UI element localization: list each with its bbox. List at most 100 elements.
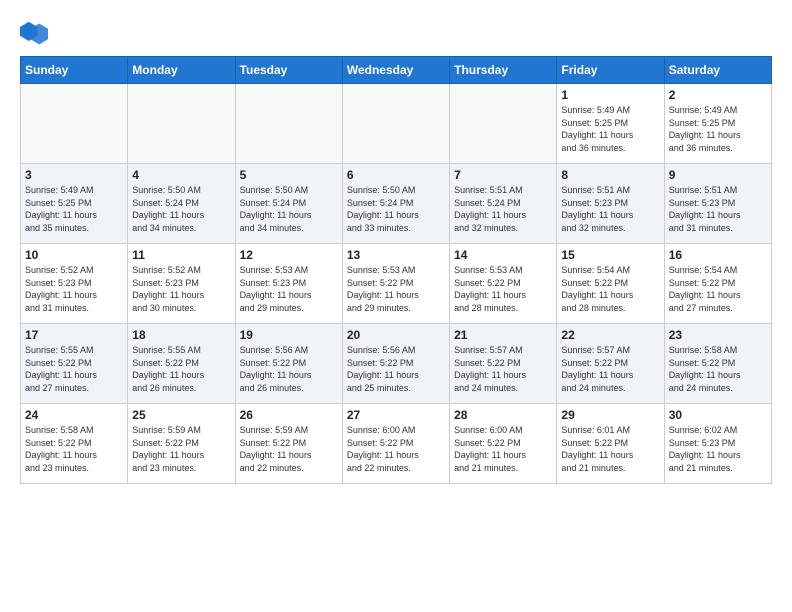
calendar-cell-0-4: [450, 84, 557, 164]
day-number: 10: [25, 248, 123, 262]
calendar-cell-2-2: 12 Sunrise: 5:53 AM Sunset: 5:23 PM Dayli…: [235, 244, 342, 324]
day-info: Sunrise: 5:49 AM Sunset: 5:25 PM Dayligh…: [561, 104, 659, 154]
day-number: 13: [347, 248, 445, 262]
day-number: 20: [347, 328, 445, 342]
calendar-cell-4-0: 24Sunrise: 5:58 AM Sunset: 5:22 PM Dayli…: [21, 404, 128, 484]
day-info: Sunrise: 6:00 AM Sunset: 5:22 PM Dayligh…: [454, 424, 552, 474]
calendar-row-1: 3Sunrise: 5:49 AM Sunset: 5:25 PM Daylig…: [21, 164, 772, 244]
weekday-header-sunday: Sunday: [21, 57, 128, 84]
calendar-cell-3-1: 18 Sunrise: 5:55 AM Sunset: 5:22 PM Dayli…: [128, 324, 235, 404]
day-number: 8: [561, 168, 659, 182]
day-info: Sunrise: 5:52 AM Sunset: 5:23 PM Dayligh…: [25, 264, 123, 314]
calendar-cell-3-3: 20 Sunrise: 5:56 AM Sunset: 5:22 PM Dayli…: [342, 324, 449, 404]
day-info: Sunrise: 5:54 AM Sunset: 5:22 PM Dayligh…: [669, 264, 767, 314]
calendar-cell-3-5: 22 Sunrise: 5:57 AM Sunset: 5:22 PM Dayli…: [557, 324, 664, 404]
day-info: Sunrise: 5:54 AM Sunset: 5:22 PM Dayligh…: [561, 264, 659, 314]
calendar-cell-4-1: 25Sunrise: 5:59 AM Sunset: 5:22 PM Dayli…: [128, 404, 235, 484]
day-info: Sunrise: 5:49 AM Sunset: 5:25 PM Dayligh…: [25, 184, 123, 234]
day-info: Sunrise: 5:55 AM Sunset: 5:22 PM Dayligh…: [132, 344, 230, 394]
calendar-cell-1-4: 7Sunrise: 5:51 AM Sunset: 5:24 PM Daylig…: [450, 164, 557, 244]
calendar-cell-2-1: 11 Sunrise: 5:52 AM Sunset: 5:23 PM Dayli…: [128, 244, 235, 324]
day-number: 26: [240, 408, 338, 422]
calendar-cell-2-6: 16 Sunrise: 5:54 AM Sunset: 5:22 PM Dayli…: [664, 244, 771, 324]
calendar-cell-4-5: 29 Sunrise: 6:01 AM Sunset: 5:22 PM Dayli…: [557, 404, 664, 484]
day-info: Sunrise: 6:01 AM Sunset: 5:22 PM Dayligh…: [561, 424, 659, 474]
calendar-cell-1-2: 5 Sunrise: 5:50 AM Sunset: 5:24 PM Daylig…: [235, 164, 342, 244]
page: SundayMondayTuesdayWednesdayThursdayFrid…: [0, 0, 792, 500]
calendar-cell-2-5: 15 Sunrise: 5:54 AM Sunset: 5:22 PM Dayli…: [557, 244, 664, 324]
day-info: Sunrise: 5:50 AM Sunset: 5:24 PM Dayligh…: [240, 184, 338, 234]
day-info: Sunrise: 5:49 AM Sunset: 5:25 PM Dayligh…: [669, 104, 767, 154]
day-number: 11: [132, 248, 230, 262]
day-info: Sunrise: 5:57 AM Sunset: 5:22 PM Dayligh…: [561, 344, 659, 394]
day-number: 2: [669, 88, 767, 102]
logo-icon: [20, 20, 48, 48]
day-info: Sunrise: 5:53 AM Sunset: 5:23 PM Dayligh…: [240, 264, 338, 314]
weekday-header-thursday: Thursday: [450, 57, 557, 84]
day-info: Sunrise: 5:50 AM Sunset: 5:24 PM Dayligh…: [132, 184, 230, 234]
calendar-table: SundayMondayTuesdayWednesdayThursdayFrid…: [20, 56, 772, 484]
day-number: 4: [132, 168, 230, 182]
calendar-row-0: 1 Sunrise: 5:49 AM Sunset: 5:25 PM Daylig…: [21, 84, 772, 164]
calendar-cell-3-2: 19 Sunrise: 5:56 AM Sunset: 5:22 PM Dayli…: [235, 324, 342, 404]
calendar-cell-0-0: [21, 84, 128, 164]
day-info: Sunrise: 5:55 AM Sunset: 5:22 PM Dayligh…: [25, 344, 123, 394]
day-number: 30: [669, 408, 767, 422]
day-number: 25: [132, 408, 230, 422]
day-number: 5: [240, 168, 338, 182]
calendar-cell-1-5: 8 Sunrise: 5:51 AM Sunset: 5:23 PM Daylig…: [557, 164, 664, 244]
weekday-header-saturday: Saturday: [664, 57, 771, 84]
weekday-header-friday: Friday: [557, 57, 664, 84]
day-number: 9: [669, 168, 767, 182]
day-number: 12: [240, 248, 338, 262]
day-number: 29: [561, 408, 659, 422]
day-number: 21: [454, 328, 552, 342]
calendar-cell-1-0: 3Sunrise: 5:49 AM Sunset: 5:25 PM Daylig…: [21, 164, 128, 244]
calendar-cell-4-3: 27Sunrise: 6:00 AM Sunset: 5:22 PM Dayli…: [342, 404, 449, 484]
day-number: 23: [669, 328, 767, 342]
day-info: Sunrise: 5:56 AM Sunset: 5:22 PM Dayligh…: [347, 344, 445, 394]
day-number: 18: [132, 328, 230, 342]
day-info: Sunrise: 5:51 AM Sunset: 5:24 PM Dayligh…: [454, 184, 552, 234]
day-number: 17: [25, 328, 123, 342]
day-info: Sunrise: 5:51 AM Sunset: 5:23 PM Dayligh…: [669, 184, 767, 234]
day-number: 22: [561, 328, 659, 342]
day-number: 28: [454, 408, 552, 422]
calendar-cell-1-6: 9 Sunrise: 5:51 AM Sunset: 5:23 PM Daylig…: [664, 164, 771, 244]
calendar-cell-3-0: 17 Sunrise: 5:55 AM Sunset: 5:22 PM Dayli…: [21, 324, 128, 404]
calendar-cell-1-3: 6 Sunrise: 5:50 AM Sunset: 5:24 PM Daylig…: [342, 164, 449, 244]
day-info: Sunrise: 5:58 AM Sunset: 5:22 PM Dayligh…: [25, 424, 123, 474]
weekday-header-monday: Monday: [128, 57, 235, 84]
weekday-header-tuesday: Tuesday: [235, 57, 342, 84]
day-info: Sunrise: 5:57 AM Sunset: 5:22 PM Dayligh…: [454, 344, 552, 394]
calendar-cell-0-6: 2 Sunrise: 5:49 AM Sunset: 5:25 PM Daylig…: [664, 84, 771, 164]
calendar-cell-1-1: 4 Sunrise: 5:50 AM Sunset: 5:24 PM Daylig…: [128, 164, 235, 244]
day-info: Sunrise: 6:00 AM Sunset: 5:22 PM Dayligh…: [347, 424, 445, 474]
day-number: 19: [240, 328, 338, 342]
calendar-row-4: 24Sunrise: 5:58 AM Sunset: 5:22 PM Dayli…: [21, 404, 772, 484]
day-number: 1: [561, 88, 659, 102]
calendar-cell-0-1: [128, 84, 235, 164]
day-info: Sunrise: 5:50 AM Sunset: 5:24 PM Dayligh…: [347, 184, 445, 234]
header: [20, 16, 772, 48]
day-info: Sunrise: 5:53 AM Sunset: 5:22 PM Dayligh…: [454, 264, 552, 314]
calendar-cell-0-3: [342, 84, 449, 164]
day-number: 16: [669, 248, 767, 262]
calendar-cell-2-0: 10 Sunrise: 5:52 AM Sunset: 5:23 PM Dayli…: [21, 244, 128, 324]
day-info: Sunrise: 6:02 AM Sunset: 5:23 PM Dayligh…: [669, 424, 767, 474]
calendar-cell-3-6: 23Sunrise: 5:58 AM Sunset: 5:22 PM Dayli…: [664, 324, 771, 404]
calendar-cell-2-3: 13 Sunrise: 5:53 AM Sunset: 5:22 PM Dayli…: [342, 244, 449, 324]
calendar-cell-0-5: 1 Sunrise: 5:49 AM Sunset: 5:25 PM Daylig…: [557, 84, 664, 164]
calendar-cell-3-4: 21 Sunrise: 5:57 AM Sunset: 5:22 PM Dayli…: [450, 324, 557, 404]
weekday-header-wednesday: Wednesday: [342, 57, 449, 84]
day-info: Sunrise: 5:56 AM Sunset: 5:22 PM Dayligh…: [240, 344, 338, 394]
day-info: Sunrise: 5:51 AM Sunset: 5:23 PM Dayligh…: [561, 184, 659, 234]
day-number: 15: [561, 248, 659, 262]
calendar-cell-2-4: 14Sunrise: 5:53 AM Sunset: 5:22 PM Dayli…: [450, 244, 557, 324]
day-info: Sunrise: 5:52 AM Sunset: 5:23 PM Dayligh…: [132, 264, 230, 314]
calendar-row-2: 10 Sunrise: 5:52 AM Sunset: 5:23 PM Dayli…: [21, 244, 772, 324]
day-number: 6: [347, 168, 445, 182]
day-info: Sunrise: 5:53 AM Sunset: 5:22 PM Dayligh…: [347, 264, 445, 314]
calendar-cell-0-2: [235, 84, 342, 164]
calendar-cell-4-2: 26Sunrise: 5:59 AM Sunset: 5:22 PM Dayli…: [235, 404, 342, 484]
